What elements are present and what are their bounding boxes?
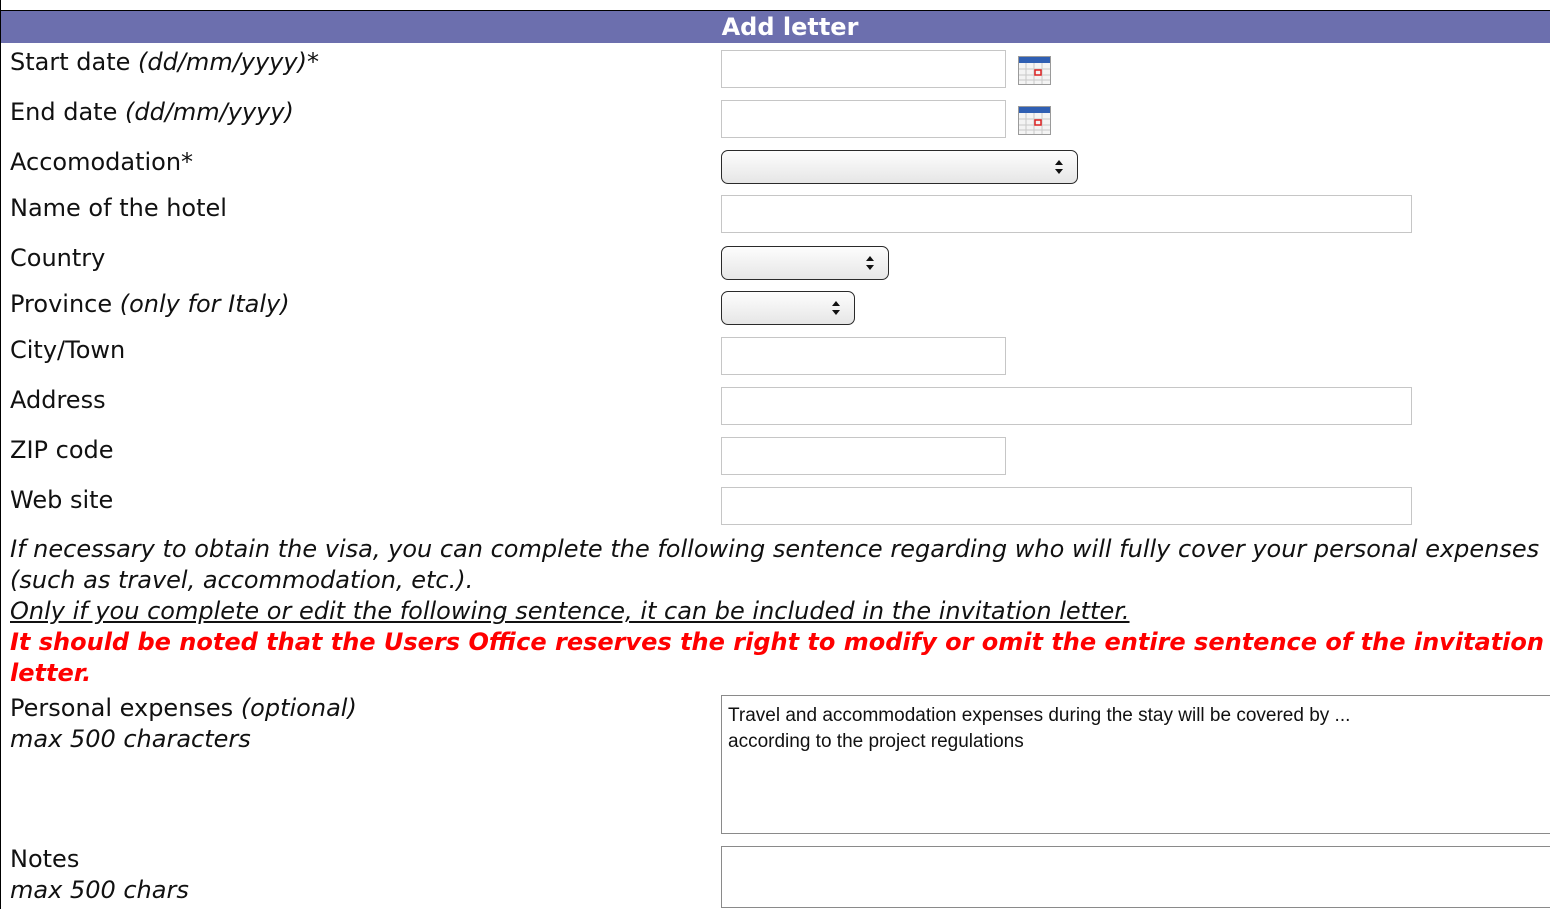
visa-intro-text: If necessary to obtain the visa, you can…	[10, 535, 1540, 594]
zip-input[interactable]	[721, 437, 1006, 475]
city-input[interactable]	[721, 337, 1006, 375]
calendar-icon[interactable]	[1018, 106, 1051, 135]
address-label: Address	[10, 386, 106, 414]
accommodation-select[interactable]	[721, 150, 1078, 184]
end-date-label: End date (dd/mm/yyyy)	[10, 97, 294, 127]
start-date-format-hint: (dd/mm/yyyy)*	[138, 48, 319, 76]
start-date-label: Start date (dd/mm/yyyy)*	[10, 47, 319, 77]
personal-expenses-label: Personal expenses (optional)	[10, 693, 357, 723]
personal-expenses-limit: max 500 characters	[10, 724, 251, 754]
up-down-arrows-icon	[832, 301, 840, 315]
personal-expenses-textarea[interactable]: Travel and accommodation expenses during…	[721, 695, 1550, 834]
province-label-text: Province	[10, 290, 120, 318]
zip-label: ZIP code	[10, 436, 114, 464]
notes-limit: max 500 chars	[10, 875, 189, 905]
form-title: Add letter	[721, 13, 859, 41]
up-down-arrows-icon	[866, 256, 874, 270]
province-hint: (only for Italy)	[119, 290, 290, 318]
add-letter-form: Add letter Start date (dd/mm/yyyy)* End …	[0, 0, 1550, 909]
website-input[interactable]	[721, 487, 1412, 525]
end-date-input[interactable]	[721, 100, 1006, 138]
hotel-name-input[interactable]	[721, 195, 1412, 233]
calendar-icon[interactable]	[1018, 56, 1051, 85]
accommodation-label: Accomodation*	[10, 148, 194, 176]
end-date-format-hint: (dd/mm/yyyy)	[124, 98, 294, 126]
province-select[interactable]	[721, 291, 855, 325]
hotel-name-label: Name of the hotel	[10, 194, 227, 222]
start-date-label-text: Start date	[10, 48, 139, 76]
city-label: City/Town	[10, 336, 126, 364]
notes-limit-text: max 500 chars	[10, 876, 189, 904]
up-down-arrows-icon	[1055, 160, 1063, 174]
personal-expenses-limit-text: max 500 characters	[10, 725, 251, 753]
start-date-input[interactable]	[721, 50, 1006, 88]
country-label: Country	[10, 244, 106, 272]
visa-condition-text: Only if you complete or edit the followi…	[10, 597, 1130, 625]
users-office-warning: It should be noted that the Users Office…	[10, 628, 1544, 687]
personal-expenses-label-text: Personal expenses	[10, 694, 241, 722]
personal-expenses-optional-hint: (optional)	[240, 694, 357, 722]
address-input[interactable]	[721, 387, 1412, 425]
notes-label: Notes	[10, 845, 80, 873]
notes-textarea[interactable]	[721, 846, 1550, 908]
website-label: Web site	[10, 486, 114, 514]
end-date-label-text: End date	[10, 98, 125, 126]
province-label: Province (only for Italy)	[10, 289, 290, 319]
country-select[interactable]	[721, 246, 889, 280]
